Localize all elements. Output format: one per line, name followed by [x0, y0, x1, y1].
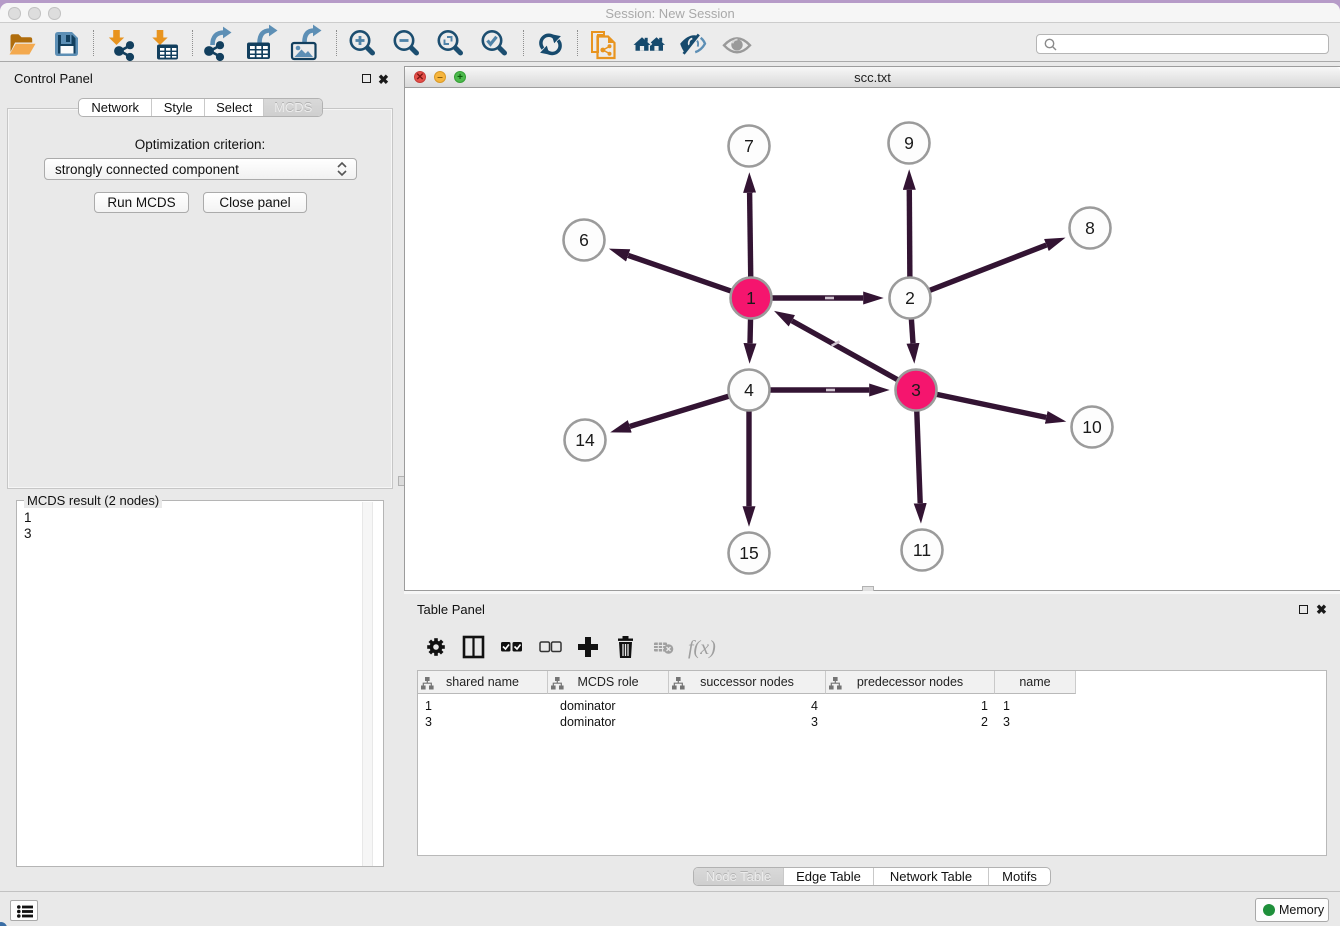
svg-text:11: 11 [913, 540, 931, 560]
svg-text:3: 3 [911, 380, 921, 400]
svg-text:7: 7 [744, 136, 754, 156]
svg-text:8: 8 [1085, 218, 1095, 238]
svg-text:15: 15 [739, 543, 758, 563]
svg-text:2: 2 [905, 288, 915, 308]
svg-text:14: 14 [575, 430, 595, 450]
svg-text:6: 6 [579, 230, 589, 250]
svg-text:9: 9 [904, 133, 914, 153]
svg-text:f(x): f(x) [688, 637, 716, 659]
svg-text:10: 10 [1082, 417, 1102, 437]
svg-text:1: 1 [746, 288, 756, 308]
svg-text:4: 4 [744, 380, 754, 400]
